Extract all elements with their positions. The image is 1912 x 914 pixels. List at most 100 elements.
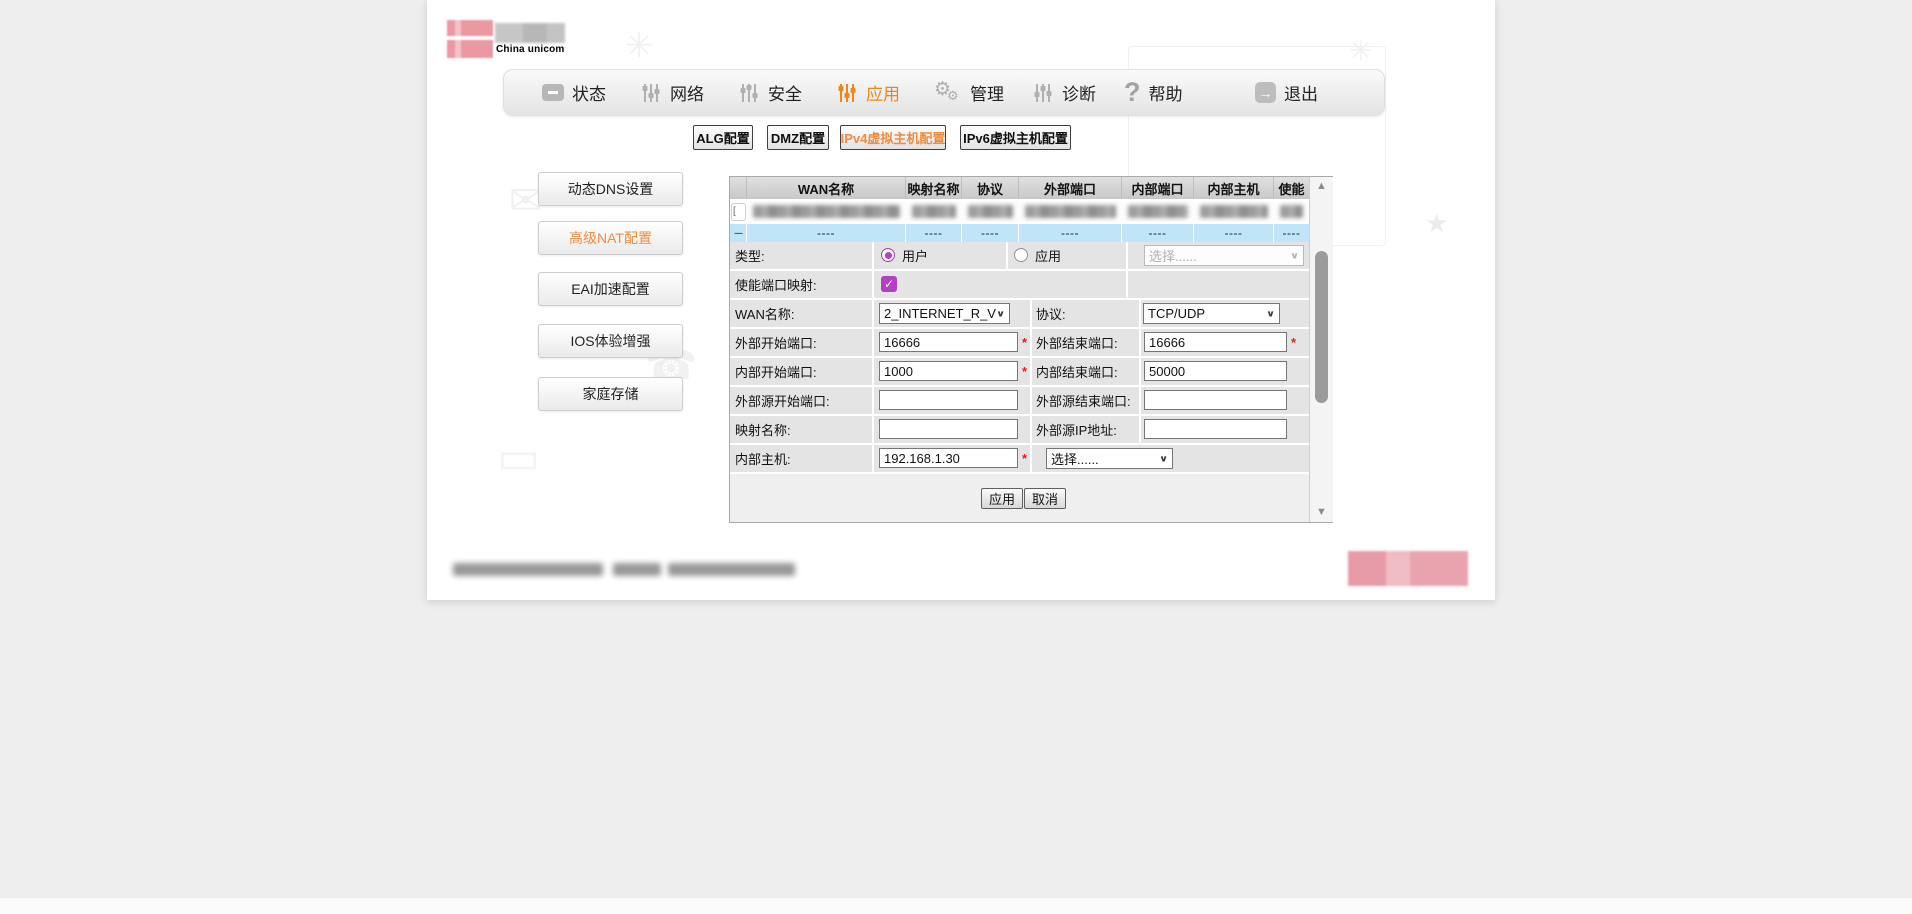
internal-start-port-input[interactable] [879,361,1018,381]
equalizer-icon [738,82,760,104]
apply-button[interactable]: 应用 [981,488,1023,509]
form-row-map-name: 映射名称: 外部源IP地址: [730,416,1309,443]
nav-item-network[interactable]: 网络 [640,70,704,115]
external-start-port-input[interactable] [879,332,1018,352]
form-row-internal-ports: 内部开始端口: * 内部结束端口: [730,358,1309,385]
redacted-text [912,205,956,218]
map-name-input[interactable] [879,419,1018,439]
enable-mapping-checkbox[interactable]: ✓ [881,276,897,292]
bottom-strip [0,898,1912,914]
table-row-selected[interactable]: ---- ---- ---- ---- ---- ---- ---- ---- [730,223,1309,242]
col-enable: 使能 [1274,177,1309,199]
wan-name-select[interactable]: 2_INTERNET_R_VID ∨ [879,303,1010,324]
sidebar-label: 高级NAT配置 [569,228,652,248]
nav-label: 状态 [572,80,606,105]
internal-start-port-label: 内部开始端口: [735,358,817,385]
tab-label: IPv4虚拟主机配置 [841,128,946,147]
nav-item-security[interactable]: 安全 [738,70,802,115]
internal-host-input[interactable] [879,448,1018,468]
sidebar-item-ios-experience[interactable]: IOS体验增强 [538,324,683,358]
internal-end-port-input[interactable] [1144,361,1287,381]
tab-alg-config[interactable]: ALG配置 [693,125,753,150]
sidebar-item-advanced-nat[interactable]: 高级NAT配置 [538,221,683,255]
nav-item-help[interactable]: ? 帮助 [1124,70,1183,115]
monitor-watermark-icon: ▭ [497,430,540,484]
chevron-down-icon: ∨ [1266,308,1275,318]
sidebar-item-dynamic-dns[interactable]: 动态DNS设置 [538,172,683,206]
required-asterisk: * [1022,451,1027,466]
apply-label: 应用 [989,489,1015,508]
cell-protocol: ---- [962,224,1019,242]
wan-name-label: WAN名称: [735,300,794,327]
logout-icon: → [1255,82,1276,103]
nav-item-application[interactable]: 应用 [836,70,900,115]
cell-wan-name: ---- [747,224,906,242]
host-select[interactable]: 选择...... ∨ [1046,448,1173,469]
source-ip-label: 外部源IP地址: [1036,416,1117,443]
form-row-type: 类型: 用户 应用 选择...... ∨ [730,242,1309,269]
nav-item-management[interactable]: ⚙⚙ 管理 [934,70,1004,115]
scroll-up-icon[interactable]: ▲ [1310,181,1333,192]
chevron-down-icon: ∨ [1159,453,1168,463]
source-ip-input[interactable] [1144,419,1287,439]
cancel-button[interactable]: 取消 [1024,488,1066,509]
cell-select: ---- [730,224,747,242]
redacted-text [1280,205,1303,218]
radio-app-label: 应用 [1035,242,1061,269]
map-name-label: 映射名称: [735,416,791,443]
vertical-scrollbar[interactable]: ▲ ▼ [1309,177,1333,522]
cell-internal-host: ---- [1194,224,1274,242]
sidebar-label: 家庭存储 [583,384,639,404]
cell-internal-port: ---- [1122,224,1194,242]
scrollbar-thumb[interactable] [1315,251,1328,403]
form-row-wan-protocol: WAN名称: 2_INTERNET_R_VID ∨ 协议: TCP/UDP ∨ [730,300,1309,327]
app-select[interactable]: 选择...... ∨ [1144,245,1304,266]
radio-type-app[interactable] [1014,248,1028,262]
source-end-port-label: 外部源结束端口: [1036,387,1131,414]
internal-host-label: 内部主机: [735,445,791,472]
sidebar-label: IOS体验增强 [570,331,650,351]
table-row-redacted[interactable]: [ [730,201,1309,222]
footer-redacted-text [613,563,661,576]
tab-ipv4-virtual-host[interactable]: IPv4虚拟主机配置 [840,125,946,150]
sparkle-watermark-icon: ✳ [625,26,654,66]
sidebar-item-eai-acceleration[interactable]: EAI加速配置 [538,272,683,306]
scroll-down-icon[interactable]: ▼ [1310,507,1333,518]
redacted-text [753,205,900,218]
gears-icon: ⚙⚙ [934,80,962,106]
nav-item-status[interactable]: 状态 [542,70,606,115]
sidebar-label: 动态DNS设置 [568,179,654,199]
required-asterisk: * [1022,335,1027,350]
source-end-port-input[interactable] [1144,390,1287,410]
nav-item-diagnosis[interactable]: 诊断 [1032,70,1096,115]
protocol-label: 协议: [1036,300,1066,327]
form-row-source-ports: 外部源开始端口: 外部源结束端口: [730,387,1309,414]
top-navbar: 状态 网络 安全 应用 ⚙⚙ 管理 诊断 [503,69,1385,116]
source-start-port-input[interactable] [879,390,1018,410]
brand-label: China unicom [496,44,565,55]
equalizer-icon-active [836,82,858,104]
nav-label: 网络 [670,80,704,105]
cell-map-name: ---- [906,224,962,242]
nav-label: 诊断 [1062,80,1096,105]
nat-config-panel: WAN名称 映射名称 协议 外部端口 内部端口 内部主机 使能 [ [729,176,1333,523]
radio-type-user[interactable] [881,248,895,262]
protocol-select[interactable]: TCP/UDP ∨ [1143,303,1280,324]
tab-label: DMZ配置 [771,128,825,147]
sidebar-item-home-storage[interactable]: 家庭存储 [538,377,683,411]
external-end-port-input[interactable] [1144,332,1287,352]
sidebar-label: EAI加速配置 [571,279,650,299]
tab-ipv6-virtual-host[interactable]: IPv6虚拟主机配置 [960,125,1071,150]
nav-item-logout[interactable]: → 退出 [1255,70,1318,115]
chevron-down-icon: ∨ [1290,250,1299,260]
source-start-port-label: 外部源开始端口: [735,387,830,414]
tab-label: IPv6虚拟主机配置 [963,128,1068,147]
table-header: WAN名称 映射名称 协议 外部端口 内部端口 内部主机 使能 [730,177,1309,200]
tab-dmz-config[interactable]: DMZ配置 [767,125,829,150]
row-select-box[interactable]: [ [731,203,746,221]
host-select-value: 选择...... [1051,449,1099,468]
brand-logo [447,20,493,58]
col-external-port: 外部端口 [1019,177,1122,199]
protocol-value: TCP/UDP [1148,306,1205,321]
form-row-external-ports: 外部开始端口: * 外部结束端口: * [730,329,1309,356]
